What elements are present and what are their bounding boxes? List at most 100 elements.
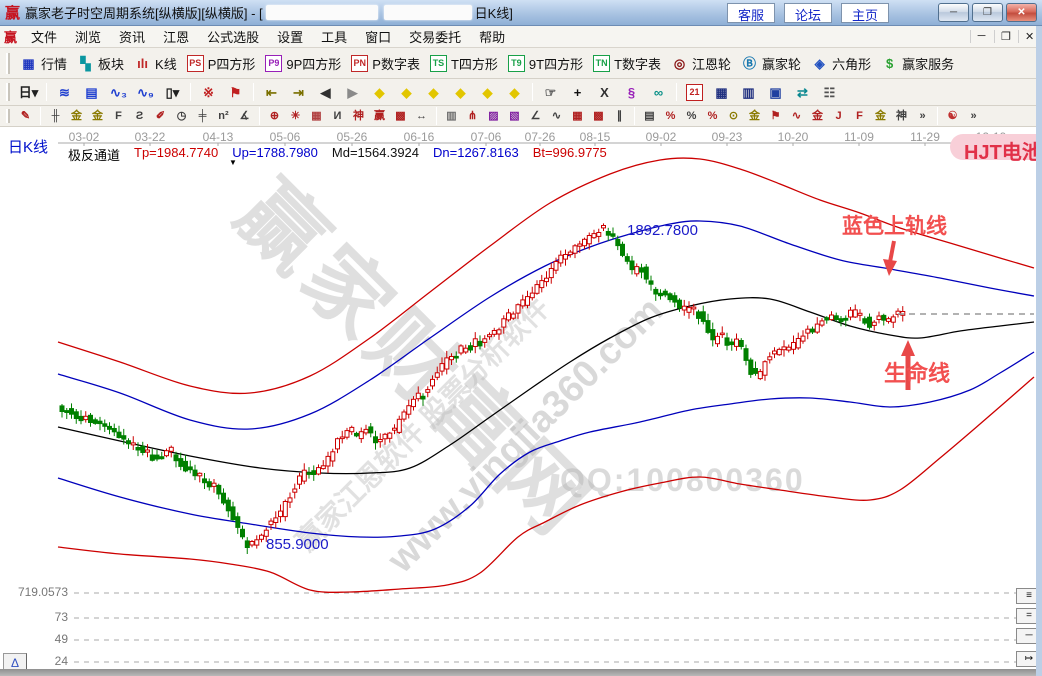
kline-button[interactable]: ılıK线 <box>129 53 182 74</box>
menu-item-公式选股[interactable]: 公式选股 <box>198 25 268 48</box>
ribbon-tool-button[interactable]: § <box>618 83 645 102</box>
rays-fan-button[interactable]: ⋔ <box>462 108 483 125</box>
child-minimize-button[interactable]: ─ <box>970 30 986 43</box>
sectors-button[interactable]: ▚板块 <box>72 53 129 74</box>
diamond-right-button[interactable]: ◆ <box>393 83 420 102</box>
pattern-red-button[interactable]: ※ <box>195 83 222 102</box>
menu-item-设置[interactable]: 设置 <box>268 25 312 48</box>
taichi-button[interactable]: ☯ <box>942 108 963 125</box>
gold-grid-button[interactable]: 金 <box>66 108 87 125</box>
j-angle-button[interactable]: J <box>828 108 849 125</box>
save-button[interactable]: ▣ <box>762 83 789 102</box>
toolbar-grip[interactable] <box>6 83 10 101</box>
winner-wheel-button[interactable]: Ⓑ赢家轮 <box>736 53 806 74</box>
ink-flag-button[interactable]: ⚑ <box>765 108 786 125</box>
pen-grid-button[interactable]: ✐ <box>150 108 171 125</box>
red-grid-2-button[interactable]: ▩ <box>588 108 609 125</box>
menu-item-文件[interactable]: 文件 <box>22 25 66 48</box>
frame-tool-button[interactable]: ▥ <box>441 108 462 125</box>
comb-grid-button[interactable]: ╪ <box>192 108 213 125</box>
gann-wheel-button[interactable]: ◎江恩轮 <box>666 53 736 74</box>
p-square-button[interactable]: PSP四方形 <box>182 53 261 74</box>
gold-grid-2-button[interactable]: 金 <box>87 108 108 125</box>
child-close-button[interactable]: ✕ <box>1018 30 1034 43</box>
shade-square-button[interactable]: ▨ <box>483 108 504 125</box>
candle-style-button[interactable]: ▯▾ <box>159 83 186 102</box>
xa-tool-button[interactable]: X <box>591 83 618 102</box>
toolbar-grip[interactable] <box>6 109 10 123</box>
clock-circle-button[interactable]: ◷ <box>171 108 192 125</box>
win-grid-button[interactable]: 赢 <box>369 108 390 125</box>
calendar-button[interactable]: 21 <box>681 83 708 102</box>
homepage-button[interactable]: 主页 <box>841 3 889 23</box>
9p-square-button[interactable]: P99P四方形 <box>260 53 346 74</box>
info-note-button[interactable]: ▤ <box>78 83 105 102</box>
angle-tool-button[interactable]: ∠ <box>525 108 546 125</box>
menu-item-帮助[interactable]: 帮助 <box>470 25 514 48</box>
gann-grid-button[interactable]: ╫ <box>45 108 66 125</box>
crosshair-button[interactable]: + <box>564 83 591 102</box>
printer-button[interactable]: ☷ <box>816 83 843 102</box>
diamond-center-button[interactable]: ◆ <box>447 83 474 102</box>
diamond-left-button[interactable]: ◆ <box>366 83 393 102</box>
winner-service-button[interactable]: $赢家服务 <box>876 53 959 74</box>
menu-item-江恩[interactable]: 江恩 <box>154 25 198 48</box>
angle-line-button[interactable]: ∡ <box>234 108 255 125</box>
pct-channel-button[interactable]: % <box>660 108 681 125</box>
pct-under-button[interactable]: % <box>702 108 723 125</box>
price-scale-button[interactable]: ▤ <box>639 108 660 125</box>
god-lines-button[interactable]: 神 <box>891 108 912 125</box>
horizontal-scrollbar[interactable] <box>0 669 1036 676</box>
menu-item-浏览[interactable]: 浏览 <box>66 25 110 48</box>
toolbar-grip[interactable] <box>6 53 10 74</box>
gold-angle-button[interactable]: 金 <box>870 108 891 125</box>
prev-bar-button[interactable]: ◀ <box>312 83 339 102</box>
customer-service-button[interactable]: 客服 <box>727 3 775 23</box>
hatch-square-button[interactable]: ▧ <box>504 108 525 125</box>
p-digit-table-button[interactable]: PNP数字表 <box>346 53 425 74</box>
n-square-button[interactable]: n² <box>213 108 234 125</box>
god-grid-button[interactable]: 神 <box>348 108 369 125</box>
menu-item-窗口[interactable]: 窗口 <box>356 25 400 48</box>
wave-tool-button[interactable]: ∿ <box>546 108 567 125</box>
wave-9-button[interactable]: ∿₉ <box>132 83 159 102</box>
forum-button[interactable]: 论坛 <box>784 3 832 23</box>
report-doc-button[interactable]: ▥ <box>735 83 762 102</box>
pct-button[interactable]: % <box>681 108 702 125</box>
f-angle-button[interactable]: F <box>849 108 870 125</box>
circle-cross-button[interactable]: ⊕ <box>264 108 285 125</box>
minimize-button[interactable]: ─ <box>938 3 969 22</box>
wave-angle-button[interactable]: ∿ <box>786 108 807 125</box>
knot-tool-button[interactable]: ∞ <box>645 83 672 102</box>
child-restore-button[interactable]: ❐ <box>994 30 1010 43</box>
tick-grid-button[interactable]: ▩ <box>390 108 411 125</box>
flag-marker-button[interactable]: ⚑ <box>222 83 249 102</box>
diamond-cross-button[interactable]: ◆ <box>474 83 501 102</box>
menu-item-交易委托[interactable]: 交易委托 <box>400 25 470 48</box>
red-grid-button[interactable]: ▦ <box>567 108 588 125</box>
last-bar-button[interactable]: ⇥ <box>285 83 312 102</box>
spiral-button[interactable]: Ƨ <box>129 108 150 125</box>
gold-circle-button[interactable]: ⊙ <box>723 108 744 125</box>
menu-item-工具[interactable]: 工具 <box>312 25 356 48</box>
quotes-button[interactable]: ▦行情 <box>15 53 72 74</box>
web-grid-button[interactable]: ▦ <box>306 108 327 125</box>
net-export-button[interactable]: ⇄ <box>789 83 816 102</box>
close-button[interactable]: ✕ <box>1006 3 1037 22</box>
span-measure-button[interactable]: ↔ <box>411 108 432 125</box>
f-grid-button[interactable]: F <box>108 108 129 125</box>
calculator-button[interactable]: ▦ <box>708 83 735 102</box>
more-tools-button[interactable]: » <box>912 108 933 125</box>
t-digit-table-button[interactable]: TNT数字表 <box>588 53 666 74</box>
wave-3-button[interactable]: ∿₃ <box>105 83 132 102</box>
9t-square-button[interactable]: T99T四方形 <box>503 53 588 74</box>
gold-red-button[interactable]: 金 <box>807 108 828 125</box>
k-measure-button[interactable]: И <box>327 108 348 125</box>
gold-under-button[interactable]: 金 <box>744 108 765 125</box>
wave-chart-button[interactable]: ≋ <box>51 83 78 102</box>
next-bar-button[interactable]: ▶ <box>339 83 366 102</box>
maximize-button[interactable]: ❐ <box>972 3 1003 22</box>
menu-item-资讯[interactable]: 资讯 <box>110 25 154 48</box>
star-web-button[interactable]: ✳ <box>285 108 306 125</box>
hexagon-button[interactable]: ◈六角形 <box>806 53 876 74</box>
